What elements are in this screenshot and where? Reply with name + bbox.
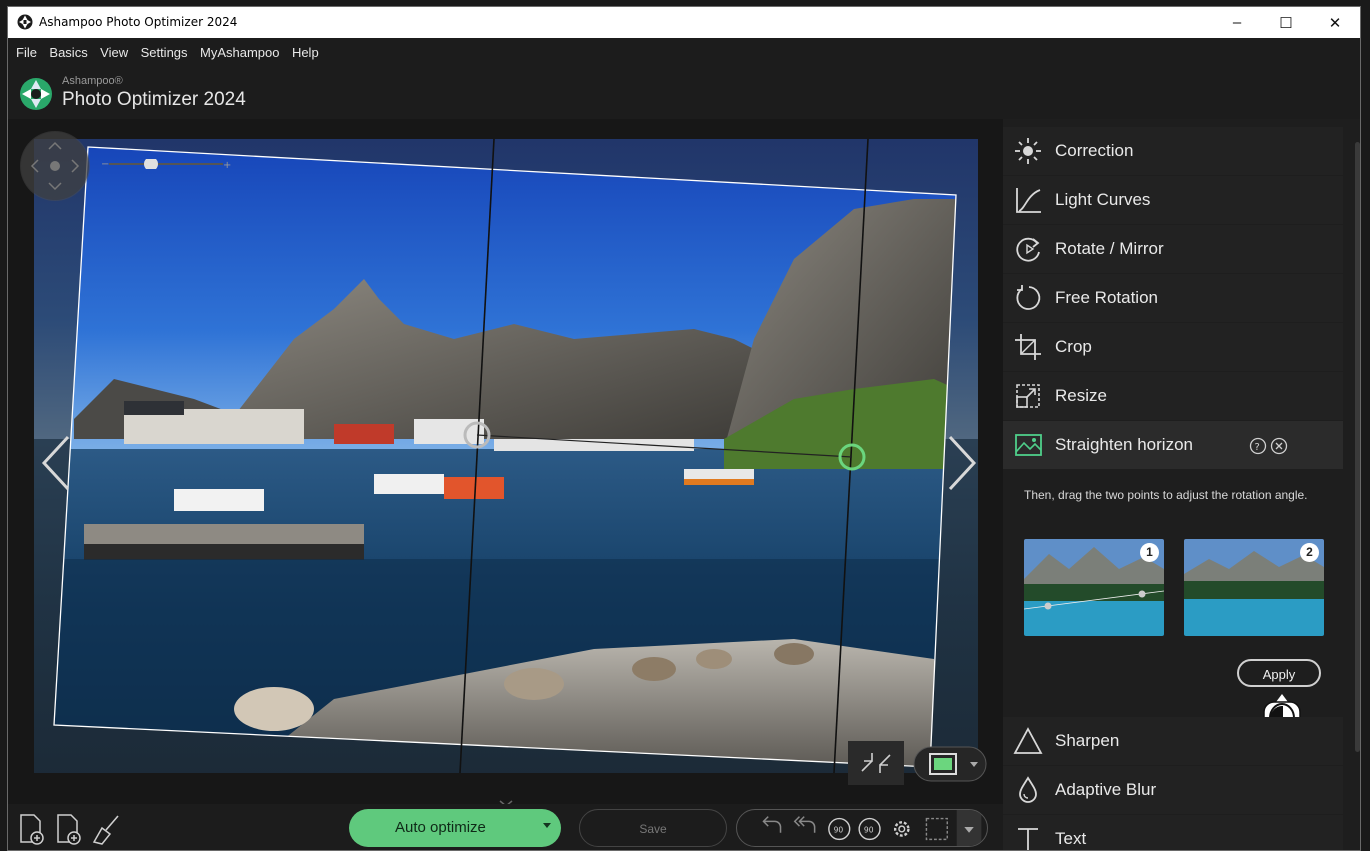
- tool-label: Crop: [1055, 337, 1092, 356]
- free-rotation-icon: [1016, 285, 1041, 310]
- curve-icon: [1016, 188, 1041, 213]
- new-file-icon[interactable]: [20, 814, 44, 845]
- menu-basics[interactable]: Basics: [41, 38, 87, 68]
- tool-text[interactable]: Text: [1003, 815, 1343, 850]
- tool-label: Correction: [1055, 141, 1134, 160]
- maximize-button[interactable]: ☐: [1263, 7, 1309, 38]
- previous-image-icon[interactable]: [38, 431, 78, 495]
- brand-logo-icon: [20, 78, 52, 110]
- bottom-toolbar: Auto optimize Save 90 90: [8, 804, 1003, 850]
- svg-text:90: 90: [834, 826, 844, 835]
- landscape-icon: [1015, 434, 1042, 456]
- minimize-button[interactable]: –: [1214, 7, 1260, 38]
- app-window: Ashampoo Photo Optimizer 2024 – ☐ ✕ File…: [7, 6, 1361, 851]
- tool-light-curves[interactable]: Light Curves: [1003, 176, 1343, 224]
- tool-free-rotation[interactable]: Free Rotation: [1003, 274, 1343, 322]
- tool-resize[interactable]: Resize: [1003, 372, 1343, 420]
- zoom-slider[interactable]: − +: [101, 159, 231, 169]
- svg-text:+: +: [223, 160, 231, 169]
- tools-panel: Correction Light Curves Rotate / Mirror …: [1003, 119, 1360, 850]
- auto-optimize-label: Auto optimize: [395, 819, 486, 836]
- tool-label: Adaptive Blur: [1055, 780, 1157, 799]
- crop-icon: [1015, 334, 1041, 360]
- help-close-icons: ?: [1249, 437, 1288, 455]
- view-controls: [848, 741, 987, 785]
- photo-image: [34, 139, 978, 773]
- tool-label: Sharpen: [1055, 731, 1120, 750]
- save-button[interactable]: Save: [579, 809, 727, 847]
- sun-icon: [1015, 138, 1041, 164]
- close-tool-icon[interactable]: [1270, 437, 1288, 455]
- svg-text:?: ?: [1255, 442, 1260, 453]
- tool-label: Straighten horizon: [1055, 435, 1193, 454]
- rotate-left-icon[interactable]: 90: [828, 817, 851, 841]
- step-badge-2: 2: [1300, 543, 1319, 562]
- tool-rotate-mirror[interactable]: Rotate / Mirror: [1003, 225, 1343, 273]
- brand-product: Photo Optimizer 2024: [62, 89, 246, 110]
- example-thumbnail-1: 1: [1024, 539, 1164, 636]
- svg-text:90: 90: [864, 826, 874, 835]
- brand-vendor: Ashampoo®: [62, 75, 123, 87]
- tool-straighten-horizon[interactable]: Straighten horizon ?: [1003, 421, 1343, 469]
- settings-gear-icon[interactable]: [893, 821, 910, 837]
- straighten-instructions: Then, drag the two points to adjust the …: [1024, 488, 1308, 502]
- selection-icon[interactable]: [925, 817, 948, 841]
- title-bar: Ashampoo Photo Optimizer 2024 – ☐ ✕: [8, 7, 1360, 38]
- next-image-icon[interactable]: [940, 431, 980, 495]
- menu-bar: File Basics View Settings MyAshampoo Hel…: [8, 38, 1360, 68]
- auto-optimize-button[interactable]: Auto optimize: [349, 809, 561, 847]
- triangle-icon: [1013, 727, 1043, 754]
- pan-navigator[interactable]: [20, 131, 90, 201]
- example-thumbnail-2: 2: [1184, 539, 1324, 636]
- rotate-right-icon[interactable]: 90: [858, 817, 881, 841]
- edit-actions-group: 90 90: [736, 809, 988, 847]
- close-button[interactable]: ✕: [1312, 7, 1358, 38]
- resize-icon: [1016, 384, 1040, 408]
- menu-view[interactable]: View: [92, 38, 128, 68]
- undo-icon[interactable]: [762, 816, 782, 833]
- menu-settings[interactable]: Settings: [133, 38, 188, 68]
- apply-button[interactable]: Apply: [1237, 659, 1321, 687]
- tool-correction[interactable]: Correction: [1003, 127, 1343, 175]
- tool-label: Text: [1055, 829, 1087, 848]
- auto-optimize-dropdown-icon[interactable]: [543, 823, 551, 828]
- rotate-icon: [1016, 237, 1040, 262]
- tool-crop[interactable]: Crop: [1003, 323, 1343, 371]
- app-logo-icon: [17, 14, 33, 30]
- tool-label: Resize: [1055, 386, 1107, 405]
- drop-icon: [1019, 776, 1037, 803]
- tool-sharpen[interactable]: Sharpen: [1003, 717, 1343, 765]
- step-badge-1: 1: [1140, 543, 1159, 562]
- file-actions: [20, 814, 119, 845]
- tool-label: Free Rotation: [1055, 288, 1158, 307]
- photo-preview[interactable]: [34, 139, 978, 773]
- text-icon: [1018, 828, 1038, 850]
- svg-text:−: −: [101, 159, 109, 169]
- menu-file[interactable]: File: [8, 38, 37, 68]
- menu-myashampoo[interactable]: MyAshampoo: [192, 38, 279, 68]
- clean-brush-icon[interactable]: [92, 815, 119, 845]
- window-title: Ashampoo Photo Optimizer 2024: [39, 15, 238, 29]
- help-icon[interactable]: ?: [1249, 437, 1267, 455]
- tool-label: Rotate / Mirror: [1055, 239, 1164, 258]
- tool-adaptive-blur[interactable]: Adaptive Blur: [1003, 766, 1343, 814]
- tool-label: Light Curves: [1055, 190, 1151, 209]
- undo-all-icon[interactable]: [793, 816, 816, 833]
- add-file-icon[interactable]: [57, 814, 81, 845]
- tools-scrollbar[interactable]: [1355, 142, 1360, 752]
- image-canvas: − +: [8, 119, 1003, 809]
- menu-help[interactable]: Help: [284, 38, 319, 68]
